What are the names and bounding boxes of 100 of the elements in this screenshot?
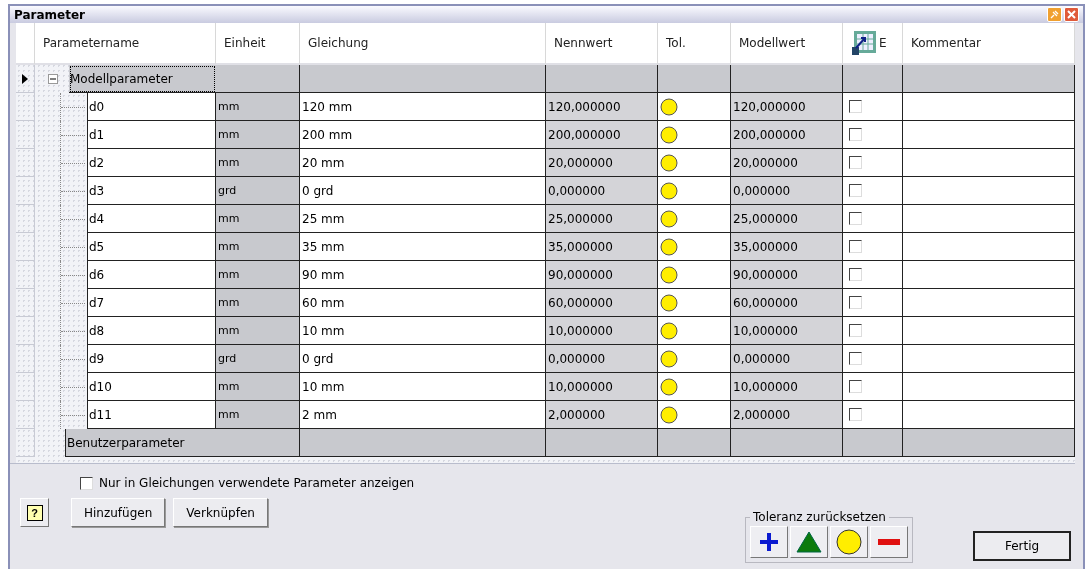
parameter-name[interactable]: d5 <box>87 233 216 261</box>
parameter-name[interactable]: d11 <box>87 401 216 429</box>
parameter-name[interactable]: d9 <box>87 345 216 373</box>
group-name[interactable]: Modellparameter <box>69 65 216 93</box>
filter-checkbox[interactable] <box>80 476 93 490</box>
parameter-name[interactable]: d7 <box>87 289 216 317</box>
export-checkbox[interactable] <box>849 212 862 225</box>
comment-cell[interactable] <box>903 177 1075 205</box>
export-checkbox[interactable] <box>849 156 862 169</box>
equation-cell[interactable]: 90 mm <box>300 261 546 289</box>
column-title: Nennwert <box>554 36 613 50</box>
tolerance-circle-icon <box>660 349 678 368</box>
nominal-value-cell: 200,000000 <box>546 121 658 149</box>
equation-cell[interactable]: 0 grd <box>300 177 546 205</box>
group-title: Toleranz zurücksetzen <box>752 510 887 524</box>
column-title: E <box>879 36 887 50</box>
column-title: Kommentar <box>911 36 981 50</box>
triangle-icon <box>796 531 822 553</box>
unit-cell: mm <box>216 233 300 261</box>
nominal-value-cell: 90,000000 <box>546 261 658 289</box>
column-header[interactable]: Kommentar <box>903 23 1075 65</box>
tolerance-button[interactable] <box>830 526 868 558</box>
equation-cell[interactable]: 20 mm <box>300 149 546 177</box>
tolerance-circle-icon <box>660 153 678 172</box>
export-checkbox[interactable] <box>849 296 862 309</box>
comment-cell[interactable] <box>903 205 1075 233</box>
comment-cell[interactable] <box>903 261 1075 289</box>
pin-icon <box>1050 10 1059 19</box>
nominal-value-cell: 120,000000 <box>546 93 658 121</box>
nominal-value-cell: 2,000000 <box>546 401 658 429</box>
export-checkbox[interactable] <box>849 128 862 141</box>
parameter-name[interactable]: d0 <box>87 93 216 121</box>
equation-cell[interactable]: 25 mm <box>300 205 546 233</box>
tolerance-button[interactable] <box>790 526 828 558</box>
unit-cell: mm <box>216 373 300 401</box>
column-header[interactable]: Nennwert <box>546 23 658 65</box>
export-checkbox[interactable] <box>849 352 862 365</box>
parameter-name[interactable]: d1 <box>87 121 216 149</box>
equation-cell[interactable]: 0 grd <box>300 345 546 373</box>
tolerance-circle-icon <box>660 209 678 228</box>
comment-cell[interactable] <box>903 317 1075 345</box>
export-checkbox[interactable] <box>849 380 862 393</box>
group-name[interactable]: Benutzerparameter <box>65 429 216 457</box>
unit-cell: mm <box>216 149 300 177</box>
comment-cell[interactable] <box>903 345 1075 373</box>
parameter-name[interactable]: d2 <box>87 149 216 177</box>
export-checkbox[interactable] <box>849 184 862 197</box>
model-value-cell: 0,000000 <box>731 345 843 373</box>
comment-cell[interactable] <box>903 149 1075 177</box>
parameter-name[interactable]: d4 <box>87 205 216 233</box>
model-value-cell: 10,000000 <box>731 373 843 401</box>
collapse-icon[interactable] <box>48 74 58 84</box>
equation-cell[interactable]: 200 mm <box>300 121 546 149</box>
comment-cell[interactable] <box>903 93 1075 121</box>
export-checkbox[interactable] <box>849 324 862 337</box>
comment-cell[interactable] <box>903 373 1075 401</box>
column-title: Parametername <box>43 36 140 50</box>
done-button[interactable]: Fertig <box>973 531 1071 561</box>
tolerance-button[interactable] <box>750 526 788 558</box>
equation-cell[interactable]: 60 mm <box>300 289 546 317</box>
parameter-name[interactable]: d8 <box>87 317 216 345</box>
comment-cell[interactable] <box>903 121 1075 149</box>
export-checkbox[interactable] <box>849 268 862 281</box>
action-button[interactable]: Hinzufügen <box>71 498 166 527</box>
spreadsheet-icon <box>851 30 877 56</box>
parameter-name[interactable]: d10 <box>87 373 216 401</box>
column-header[interactable]: Modellwert <box>731 23 843 65</box>
comment-cell[interactable] <box>903 401 1075 429</box>
tolerance-button[interactable] <box>870 526 908 558</box>
column-header[interactable]: Gleichung <box>300 23 546 65</box>
help-button[interactable]: ? <box>20 498 49 527</box>
export-checkbox[interactable] <box>849 408 862 421</box>
tolerance-circle-icon <box>660 405 678 424</box>
equation-cell[interactable]: 10 mm <box>300 373 546 401</box>
nominal-value-cell: 0,000000 <box>546 177 658 205</box>
nominal-value-cell: 0,000000 <box>546 345 658 373</box>
parameter-name[interactable]: d6 <box>87 261 216 289</box>
parameter-name[interactable]: d3 <box>87 177 216 205</box>
action-button[interactable]: Verknüpfen <box>173 498 268 527</box>
tolerance-circle-icon <box>660 125 678 144</box>
comment-cell[interactable] <box>903 289 1075 317</box>
model-value-cell: 25,000000 <box>731 205 843 233</box>
equation-cell[interactable]: 120 mm <box>300 93 546 121</box>
minus-icon <box>878 539 900 545</box>
column-header[interactable]: Einheit <box>216 23 300 65</box>
column-header[interactable]: Tol. <box>658 23 731 65</box>
export-checkbox[interactable] <box>849 100 862 113</box>
equation-cell[interactable]: 2 mm <box>300 401 546 429</box>
close-icon <box>1067 10 1076 19</box>
tolerance-circle-icon <box>660 97 678 116</box>
column-title: Gleichung <box>308 36 369 50</box>
equation-cell[interactable]: 35 mm <box>300 233 546 261</box>
close-button[interactable] <box>1064 7 1079 22</box>
column-header[interactable]: Parametername <box>35 23 216 65</box>
comment-cell[interactable] <box>903 233 1075 261</box>
equation-cell[interactable]: 10 mm <box>300 317 546 345</box>
nominal-value-cell: 60,000000 <box>546 289 658 317</box>
row-header[interactable] <box>16 65 35 93</box>
export-checkbox[interactable] <box>849 240 862 253</box>
column-header[interactable]: E <box>843 23 903 65</box>
